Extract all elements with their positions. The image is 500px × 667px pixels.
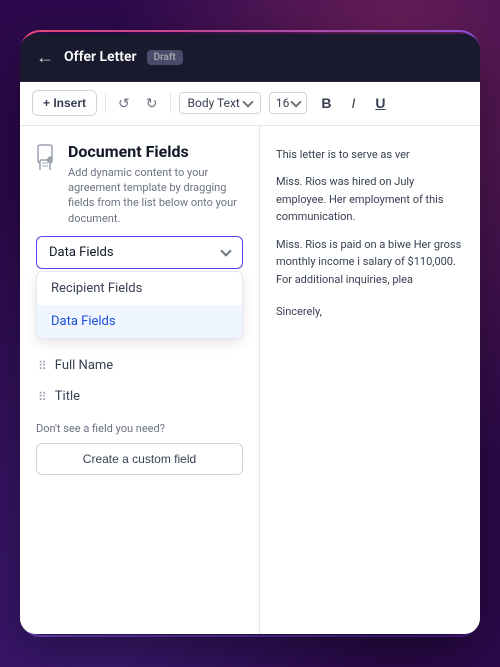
insert-button[interactable]: + Insert: [32, 90, 97, 116]
field-item-fullname[interactable]: ⠿ Full Name: [36, 350, 243, 381]
toolbar: + Insert ↺ ↻ Body Text 16 B I U: [20, 82, 480, 126]
document-title: Offer Letter: [64, 49, 137, 65]
redo-button[interactable]: ↻: [142, 91, 162, 116]
doc-paragraph-3: Miss. Rios is paid on a biwe Her gross m…: [276, 236, 464, 289]
panel-title: Document Fields: [68, 142, 243, 161]
left-panel: Document Fields Add dynamic content to y…: [20, 126, 260, 634]
toolbar-divider-1: [105, 93, 106, 113]
dropdown-trigger[interactable]: Data Fields: [36, 236, 243, 269]
back-button[interactable]: ←: [36, 47, 54, 68]
top-bar: ← Offer Letter Draft: [20, 34, 480, 82]
doc-paragraph-2: Miss. Rios was hired on July employee. H…: [276, 173, 464, 226]
undo-button[interactable]: ↺: [114, 91, 134, 116]
field-item-title[interactable]: ⠿ Title: [36, 381, 243, 412]
drag-handle-icon: ⠿: [38, 359, 47, 373]
create-custom-field-button[interactable]: Create a custom field: [36, 443, 243, 475]
document-fields-icon: [36, 144, 58, 175]
dropdown-menu: Recipient Fields Data Fields: [36, 271, 243, 339]
dropdown-container[interactable]: Data Fields Recipient Fields Data Fields: [36, 236, 243, 269]
right-panel[interactable]: This letter is to serve as ver Miss. Rio…: [260, 126, 480, 634]
chevron-down-icon: [242, 96, 253, 107]
doc-paragraph-4: Sincerely,: [276, 303, 464, 321]
dropdown-item-recipient[interactable]: Recipient Fields: [37, 272, 242, 305]
doc-paragraph-1: This letter is to serve as ver: [276, 146, 464, 164]
document-content: This letter is to serve as ver Miss. Rio…: [276, 146, 464, 321]
underline-button[interactable]: U: [369, 91, 391, 115]
font-size-selector[interactable]: 16: [269, 92, 308, 114]
dropdown-chevron-icon: [220, 245, 231, 256]
main-content: Document Fields Add dynamic content to y…: [20, 126, 480, 634]
drag-handle-icon: ⠿: [38, 390, 47, 404]
panel-text: Document Fields Add dynamic content to y…: [68, 142, 243, 227]
app-window: ← Offer Letter Draft + Insert ↺ ↻ Body T…: [20, 34, 480, 634]
font-style-selector[interactable]: Body Text: [179, 92, 261, 114]
bold-button[interactable]: B: [315, 91, 337, 115]
dropdown-item-data[interactable]: Data Fields: [37, 305, 242, 338]
chevron-down-icon: [291, 96, 302, 107]
panel-header: Document Fields Add dynamic content to y…: [36, 142, 243, 227]
field-list: ⠿ Email ⠿ Full Name ⠿ Title Don't see a …: [36, 319, 243, 475]
italic-button[interactable]: I: [345, 91, 361, 115]
panel-subtitle: Add dynamic content to your agreement te…: [68, 165, 243, 227]
draft-badge: Draft: [147, 50, 183, 65]
toolbar-divider-2: [170, 93, 171, 113]
custom-field-hint: Don't see a field you need?: [36, 422, 243, 435]
